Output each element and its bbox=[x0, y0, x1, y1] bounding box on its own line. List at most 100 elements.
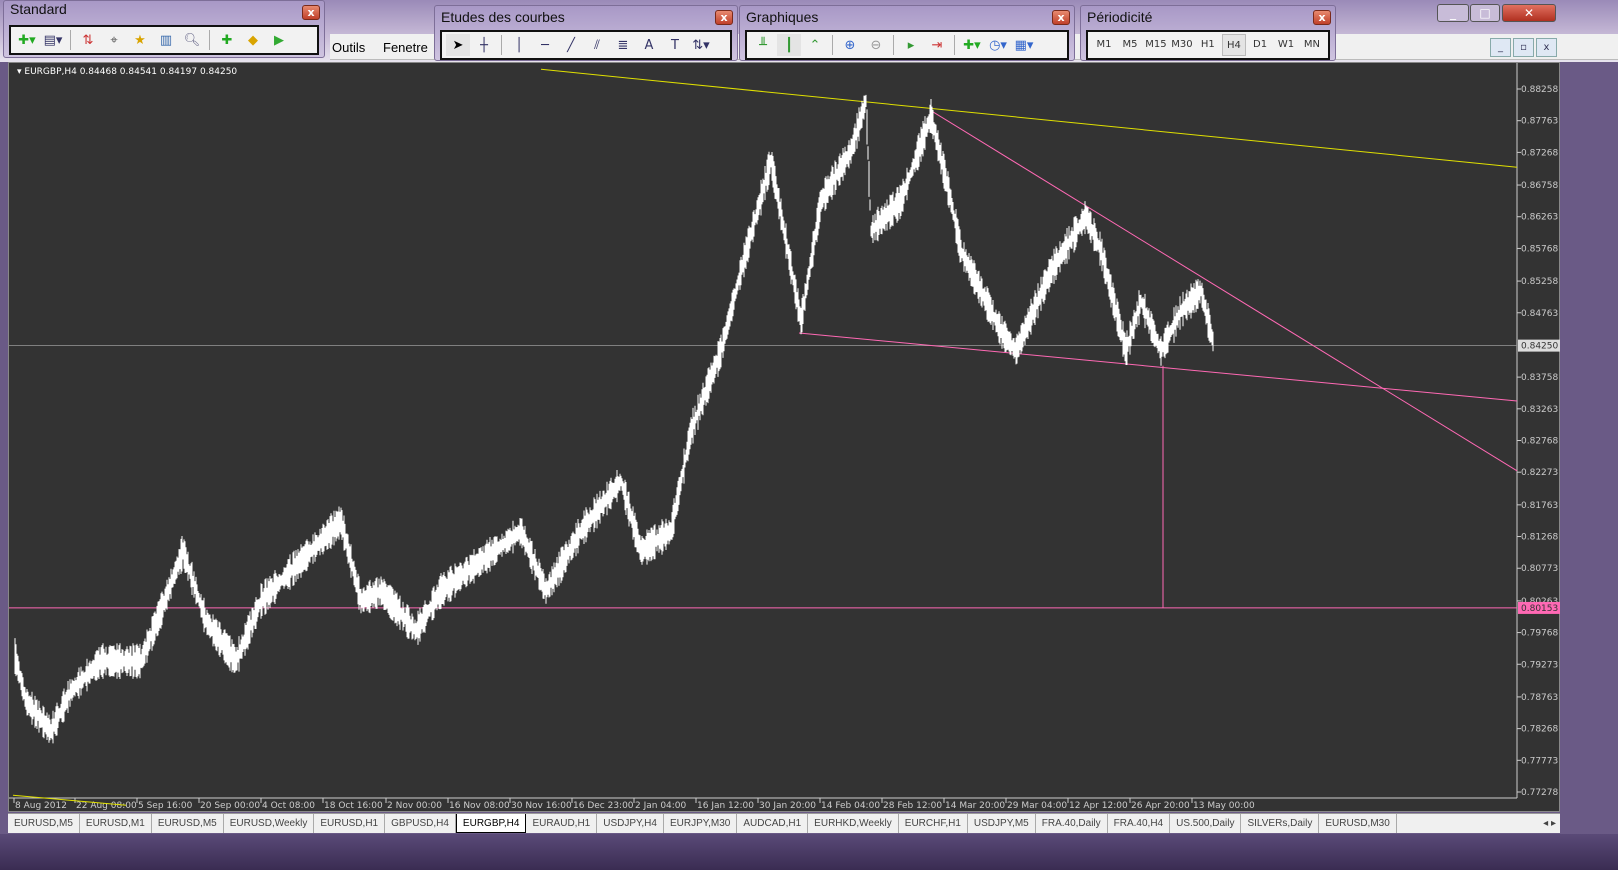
chart-window[interactable]: 0.88258 0.87763 0.87268 0.86758 0.86263 0.857… bbox=[8, 62, 1560, 812]
chart-tab[interactable]: EURUSD,M5 bbox=[8, 814, 80, 833]
zoom-out-icon[interactable]: ⊖ bbox=[864, 34, 888, 56]
periods-clock-icon[interactable]: ◷▾ bbox=[986, 34, 1010, 56]
chart-tab[interactable]: EURUSD,M1 bbox=[80, 814, 152, 833]
chart-tab[interactable]: USDJPY,H4 bbox=[597, 814, 664, 833]
x-tick-label: 16 Dec 23:00 bbox=[573, 801, 634, 811]
chart-tab[interactable]: EURUSD,M30 bbox=[1319, 814, 1397, 833]
menu-window[interactable]: Fenetre bbox=[383, 40, 428, 55]
profiles-icon[interactable]: ▤▾ bbox=[41, 29, 65, 51]
close-icon[interactable]: x bbox=[1052, 10, 1070, 25]
fibonacci-icon[interactable]: ≣ bbox=[611, 34, 635, 56]
crosshair-icon[interactable]: ┼ bbox=[472, 34, 496, 56]
x-tick-label: 29 Mar 04:00 bbox=[1007, 801, 1067, 811]
terminal-icon[interactable]: ▥ bbox=[154, 29, 178, 51]
y-tick-label: 0.79273 bbox=[1521, 660, 1558, 670]
period-d1[interactable]: D1 bbox=[1248, 34, 1272, 56]
line-chart-icon[interactable]: ⌃ bbox=[803, 34, 827, 56]
x-tick-label: 8 Aug 2012 bbox=[15, 801, 67, 811]
chart-tab[interactable]: EURJPY,M30 bbox=[664, 814, 738, 833]
periodicity-toolbar: Périodicité x M1 M5 M15 M30 H1 H4 D1 W1 MN bbox=[1080, 5, 1336, 61]
y-tick-label: 0.81763 bbox=[1521, 501, 1558, 511]
mdi-minimize-button[interactable]: _ bbox=[1490, 38, 1511, 57]
tester-icon[interactable]: 🔍︎ bbox=[180, 29, 204, 51]
y-tick-label: 0.85768 bbox=[1521, 244, 1558, 254]
maximize-button[interactable]: □ bbox=[1470, 4, 1500, 22]
chart-tab[interactable]: EURCHF,H1 bbox=[899, 814, 968, 833]
price-chart[interactable]: 0.88258 0.87763 0.87268 0.86758 0.86263 0.857… bbox=[9, 63, 1561, 813]
equidistant-channel-icon[interactable]: ⫽ bbox=[585, 34, 609, 56]
toolbar-title: Standard bbox=[10, 1, 67, 17]
period-m1[interactable]: M1 bbox=[1092, 34, 1116, 56]
trendline-icon[interactable]: ╱ bbox=[559, 34, 583, 56]
x-tick-label: 28 Feb 12:00 bbox=[883, 801, 942, 811]
chart-tab[interactable]: FRA.40,H4 bbox=[1108, 814, 1171, 833]
period-w1[interactable]: W1 bbox=[1274, 34, 1298, 56]
standard-toolbar: Standard x ✚▾ ▤▾ ⇅ ⌖ ★ ▥ 🔍︎ ✚ ◆ ▶ bbox=[3, 0, 325, 58]
chart-tab[interactable]: AUDCAD,H1 bbox=[737, 814, 809, 833]
arrows-icon[interactable]: ⇅▾ bbox=[689, 34, 713, 56]
horizontal-line-icon[interactable]: ─ bbox=[533, 34, 557, 56]
vertical-line-icon[interactable]: │ bbox=[507, 34, 531, 56]
y-tick-label: 0.87763 bbox=[1521, 117, 1558, 127]
indicators-icon[interactable]: ✚▾ bbox=[960, 34, 984, 56]
period-h4[interactable]: H4 bbox=[1221, 34, 1247, 56]
close-icon[interactable]: x bbox=[1313, 10, 1331, 25]
y-tick-label: 0.78268 bbox=[1521, 725, 1558, 735]
autoscroll-icon[interactable]: ▸ bbox=[899, 34, 923, 56]
mdi-restore-button[interactable]: ▫ bbox=[1513, 38, 1534, 57]
period-m15[interactable]: M15 bbox=[1144, 34, 1168, 56]
period-m30[interactable]: M30 bbox=[1170, 34, 1194, 56]
chart-tab[interactable]: SILVERs,Daily bbox=[1241, 814, 1320, 833]
expert-advisors-icon[interactable]: ◆ bbox=[241, 29, 265, 51]
chart-tab[interactable]: EURUSD,Weekly bbox=[224, 814, 315, 833]
chart-tab[interactable]: EURUSD,H1 bbox=[314, 814, 386, 833]
y-tick-label: 0.79768 bbox=[1521, 629, 1558, 639]
market-watch-icon[interactable]: ⇅ bbox=[76, 29, 100, 51]
text-label-icon[interactable]: T bbox=[663, 34, 687, 56]
chart-tab[interactable]: US.500,Daily bbox=[1170, 814, 1242, 833]
period-m5[interactable]: M5 bbox=[1118, 34, 1142, 56]
y-tick-label: 0.88258 bbox=[1521, 85, 1558, 95]
close-icon[interactable]: x bbox=[302, 5, 320, 20]
new-order-icon[interactable]: ✚ bbox=[215, 29, 239, 51]
x-tick-label: 2 Nov 00:00 bbox=[387, 801, 442, 811]
y-tick-label: 0.77773 bbox=[1521, 756, 1558, 766]
new-chart-icon[interactable]: ✚▾ bbox=[15, 29, 39, 51]
zoom-in-icon[interactable]: ⊕ bbox=[838, 34, 862, 56]
x-tick-label: 20 Sep 00:00 bbox=[200, 801, 260, 811]
x-tick-label: 4 Oct 08:00 bbox=[262, 801, 315, 811]
close-icon[interactable]: x bbox=[715, 10, 733, 25]
bar-chart-icon[interactable]: ╨ bbox=[751, 34, 775, 56]
chart-tab[interactable]: USDJPY,M5 bbox=[968, 814, 1036, 833]
period-h1[interactable]: H1 bbox=[1196, 34, 1220, 56]
bid-price-label: 0.84250 bbox=[1521, 342, 1558, 352]
tab-scroll-arrows[interactable]: ◂ ▸ bbox=[1539, 814, 1560, 833]
chart-tab[interactable]: FRA.40,Daily bbox=[1036, 814, 1108, 833]
period-mn[interactable]: MN bbox=[1300, 34, 1324, 56]
chart-tab[interactable]: EURUSD,M5 bbox=[152, 814, 224, 833]
chart-tab[interactable]: EURAUD,H1 bbox=[526, 814, 598, 833]
autotrading-icon[interactable]: ▶ bbox=[267, 29, 291, 51]
x-tick-label: 22 Aug 08:00 bbox=[76, 801, 137, 811]
trendline bbox=[540, 68, 1518, 168]
templates-icon[interactable]: ▦▾ bbox=[1012, 34, 1036, 56]
x-tick-label: 18 Oct 16:00 bbox=[324, 801, 383, 811]
x-tick-label: 13 May 00:00 bbox=[1193, 801, 1255, 811]
menu-tools[interactable]: Outils bbox=[332, 40, 365, 55]
chart-tab[interactable]: EURHKD,Weekly bbox=[808, 814, 899, 833]
toolbar-title: Etudes des courbes bbox=[441, 9, 565, 25]
crosshair-navigator-icon[interactable]: ⌖ bbox=[102, 29, 126, 51]
candlestick-icon[interactable]: ┃ bbox=[777, 34, 801, 56]
chart-shift-icon[interactable]: ⇥ bbox=[925, 34, 949, 56]
favorites-icon[interactable]: ★ bbox=[128, 29, 152, 51]
cursor-icon[interactable]: ➤ bbox=[446, 34, 470, 56]
chart-tab[interactable]: GBPUSD,H4 bbox=[385, 814, 456, 833]
mdi-close-button[interactable]: x bbox=[1536, 38, 1557, 57]
close-window-button[interactable]: ✕ bbox=[1502, 4, 1556, 22]
text-icon[interactable]: A bbox=[637, 34, 661, 56]
minimize-button[interactable]: _ bbox=[1437, 4, 1469, 22]
chart-tab[interactable]: EURGBP,H4 bbox=[455, 814, 527, 833]
x-tick-label: 16 Nov 08:00 bbox=[449, 801, 510, 811]
x-tick-label: 26 Apr 20:00 bbox=[1131, 801, 1190, 811]
chart-tabs: EURUSD,M5 EURUSD,M1 EURUSD,M5 EURUSD,Weekly… bbox=[8, 813, 1560, 833]
